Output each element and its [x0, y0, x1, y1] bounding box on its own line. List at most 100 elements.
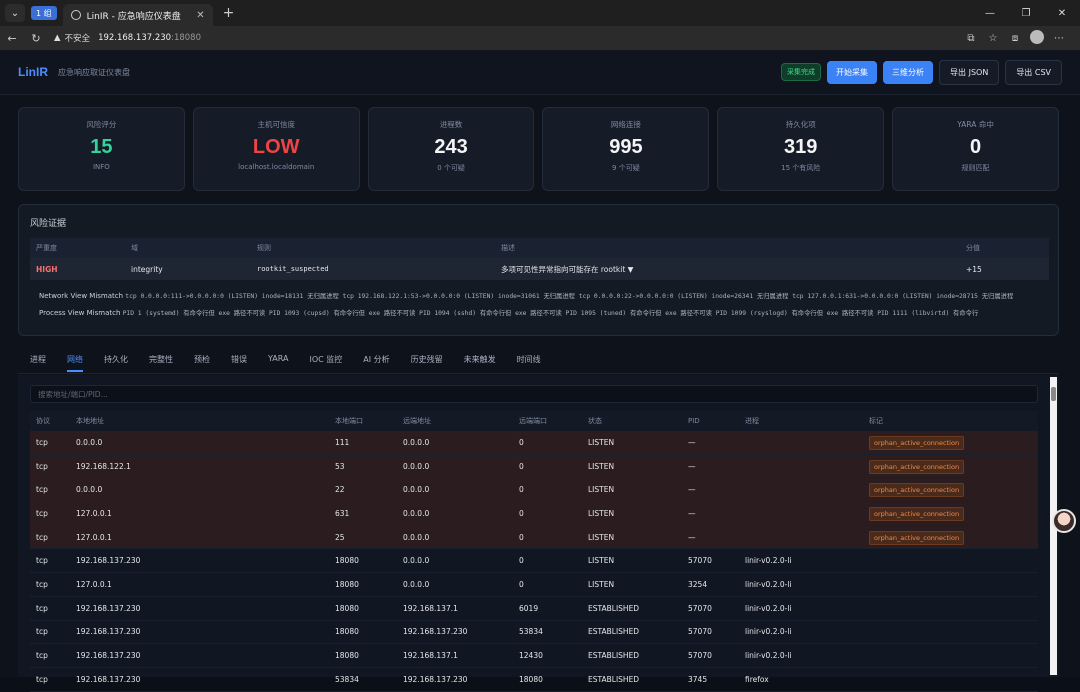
table-row[interactable]: tcp 192.168.137.230 53834 192.168.137.230 18…	[30, 668, 1038, 692]
cell-process: linir-v0.2.0-li	[745, 627, 792, 637]
process-mismatch-line: Process View Mismatch PID 1 (systemd) 有命…	[39, 308, 1047, 317]
persistence-card: 持久化项 319 15 个有风险	[717, 107, 885, 191]
url-field[interactable]: ▲ 不安全 192.168.137.230:18080	[54, 29, 960, 47]
star-icon[interactable]: ☆	[982, 33, 1004, 44]
cell-proto: tcp	[36, 485, 48, 495]
evidence-rule: rootkit_suspected	[257, 265, 329, 273]
app-subtitle: 应急响应取证仪表盘	[58, 67, 130, 77]
tab-network[interactable]: 网络	[67, 354, 83, 372]
cell-remote-port: 0	[519, 556, 524, 566]
tab-future[interactable]: 未来触发	[464, 354, 496, 370]
header-actions: 采集完成 开始采集 三维分析 导出 JSON 导出 CSV	[781, 59, 1062, 85]
col-tag[interactable]: 标记	[869, 416, 1038, 426]
address-bar: ← ↻ ▲ 不安全 192.168.137.230:18080 ⧉ ☆ ⧈ ⋯	[0, 26, 1080, 50]
cell-process: linir-v0.2.0-li	[745, 651, 792, 661]
cell-remote-addr: 192.168.137.1	[403, 651, 458, 661]
cell-proto: tcp	[36, 674, 48, 684]
tab-timeline[interactable]: 时间线	[517, 354, 541, 370]
col-process[interactable]: 进程	[745, 416, 869, 426]
cell-remote-addr: 0.0.0.0	[403, 437, 430, 447]
evidence-table: 严重度 域 规则 描述 分值 HIGH integrity rootkit_su…	[30, 238, 1049, 280]
col-pid[interactable]: PID	[688, 417, 745, 425]
cell-local-addr: 0.0.0.0	[76, 437, 103, 447]
minimize-icon[interactable]: —	[972, 8, 1008, 19]
col-proto[interactable]: 协议	[30, 416, 76, 426]
cell-remote-port: 53834	[519, 627, 543, 637]
cell-state: LISTEN	[588, 556, 615, 566]
table-row[interactable]: tcp 192.168.137.230 18080 192.168.137.1 6019…	[30, 597, 1038, 621]
back-icon[interactable]: ←	[0, 32, 24, 45]
app-logo: LinIR	[18, 65, 48, 79]
tab-persistence[interactable]: 持久化	[104, 354, 128, 370]
table-row[interactable]: tcp 192.168.137.230 18080 192.168.137.1 1243…	[30, 644, 1038, 668]
cell-proto: tcp	[36, 461, 48, 471]
assistant-avatar[interactable]	[1052, 509, 1076, 533]
cell-pid: —	[688, 485, 696, 495]
cell-remote-addr: 0.0.0.0	[403, 532, 430, 542]
evidence-desc[interactable]: 多项可见性异常指向可能存在 rootkit ▼	[501, 264, 966, 275]
col-local-port[interactable]: 本地端口	[335, 416, 403, 426]
tab-integrity[interactable]: 完整性	[149, 354, 173, 370]
section-tabs: 进程 网络 持久化 完整性 预检 错误 YARA IOC 监控 AI 分析 历史…	[30, 354, 562, 374]
search-input[interactable]: 搜索地址/端口/PID...	[30, 385, 1038, 403]
table-row[interactable]: tcp 127.0.0.1 631 0.0.0.0 0 LISTEN — orphan_act…	[30, 502, 1038, 526]
cell-pid: —	[688, 461, 696, 471]
analyze-button[interactable]: 三维分析	[883, 60, 934, 84]
table-row[interactable]: tcp 127.0.0.1 18080 0.0.0.0 0 LISTEN 3254 linir…	[30, 573, 1038, 597]
table-row[interactable]: tcp 0.0.0.0 111 0.0.0.0 0 LISTEN — orphan_activ…	[30, 431, 1038, 455]
card-sub: 15 个有风险	[781, 164, 821, 172]
new-tab-button[interactable]: +	[223, 5, 235, 21]
cell-local-addr: 192.168.137.230	[76, 651, 141, 661]
host-trust-card: 主机可信度 LOW localhost.localdomain	[192, 107, 360, 191]
tab-ioc[interactable]: IOC 监控	[309, 354, 342, 370]
tab-processes[interactable]: 进程	[30, 354, 46, 370]
tab-search-button[interactable]: ⌄	[5, 4, 25, 22]
risk-evidence-panel: 风险证据 严重度 域 规则 描述 分值 HIGH integrity rootk…	[18, 204, 1059, 336]
export-json-button[interactable]: 导出 JSON	[939, 59, 1000, 85]
restore-icon[interactable]: ❐	[1008, 8, 1044, 19]
table-row[interactable]: tcp 0.0.0.0 22 0.0.0.0 0 LISTEN — orphan_active…	[30, 478, 1038, 503]
table-row[interactable]: tcp 192.168.137.230 18080 0.0.0.0 0 LISTEN 570…	[30, 549, 1038, 574]
translate-icon[interactable]: ⧉	[960, 33, 982, 44]
cell-tag: orphan_active_connection	[869, 530, 1038, 545]
reload-icon[interactable]: ↻	[24, 32, 48, 45]
cell-pid: 57070	[688, 627, 712, 637]
tab-group-badge[interactable]: 1 组	[31, 6, 57, 20]
tab-errors[interactable]: 错误	[231, 354, 247, 370]
network-mismatch-label: Network View Mismatch	[39, 292, 124, 300]
collections-icon[interactable]: ⧈	[1004, 33, 1026, 44]
cell-local-addr: 0.0.0.0	[76, 485, 103, 495]
card-label: 主机可信度	[257, 120, 295, 129]
col-desc: 描述	[501, 244, 515, 252]
start-collect-button[interactable]: 开始采集	[827, 60, 878, 84]
tab-ai[interactable]: AI 分析	[363, 354, 389, 370]
cell-state: LISTEN	[588, 508, 615, 518]
insecure-label: 不安全	[64, 34, 91, 44]
cell-local-port: 111	[335, 437, 350, 447]
export-csv-button[interactable]: 导出 CSV	[1005, 59, 1062, 85]
close-icon[interactable]: ✕	[196, 10, 204, 21]
cell-pid: 3254	[688, 579, 708, 589]
profile-icon[interactable]	[1026, 29, 1048, 47]
table-row[interactable]: tcp 127.0.0.1 25 0.0.0.0 0 LISTEN — orphan_acti…	[30, 525, 1038, 550]
col-remote-port[interactable]: 远端端口	[519, 416, 588, 426]
table-row[interactable]: tcp 192.168.137.230 18080 192.168.137.230 53…	[30, 621, 1038, 645]
more-icon[interactable]: ⋯	[1048, 33, 1070, 44]
col-local-addr[interactable]: 本地地址	[76, 416, 335, 426]
process-mismatch-detail: PID 1 (systemd) 有命令行但 exe 路径不可读 PID 1093…	[122, 310, 979, 317]
tab-yara[interactable]: YARA	[268, 354, 288, 368]
table-row[interactable]: tcp 192.168.122.1 53 0.0.0.0 0 LISTEN — orphan_…	[30, 454, 1038, 479]
tab-history[interactable]: 历史残留	[411, 354, 443, 370]
tab-precheck[interactable]: 预检	[194, 354, 210, 370]
cell-state: ESTABLISHED	[588, 627, 640, 637]
col-state[interactable]: 状态	[588, 416, 688, 426]
close-window-icon[interactable]: ✕	[1044, 8, 1080, 19]
cell-proto: tcp	[36, 556, 48, 566]
cell-state: LISTEN	[588, 437, 615, 447]
evidence-row[interactable]: HIGH integrity rootkit_suspected 多项可见性异常…	[30, 258, 1049, 280]
cell-tag: orphan_active_connection	[869, 483, 1038, 498]
browser-tab[interactable]: LinIR - 应急响应仪表盘 ✕	[62, 4, 213, 26]
col-remote-addr[interactable]: 远端地址	[403, 416, 519, 426]
cell-remote-port: 0	[519, 532, 524, 542]
scrollbar-thumb[interactable]	[1051, 387, 1056, 401]
